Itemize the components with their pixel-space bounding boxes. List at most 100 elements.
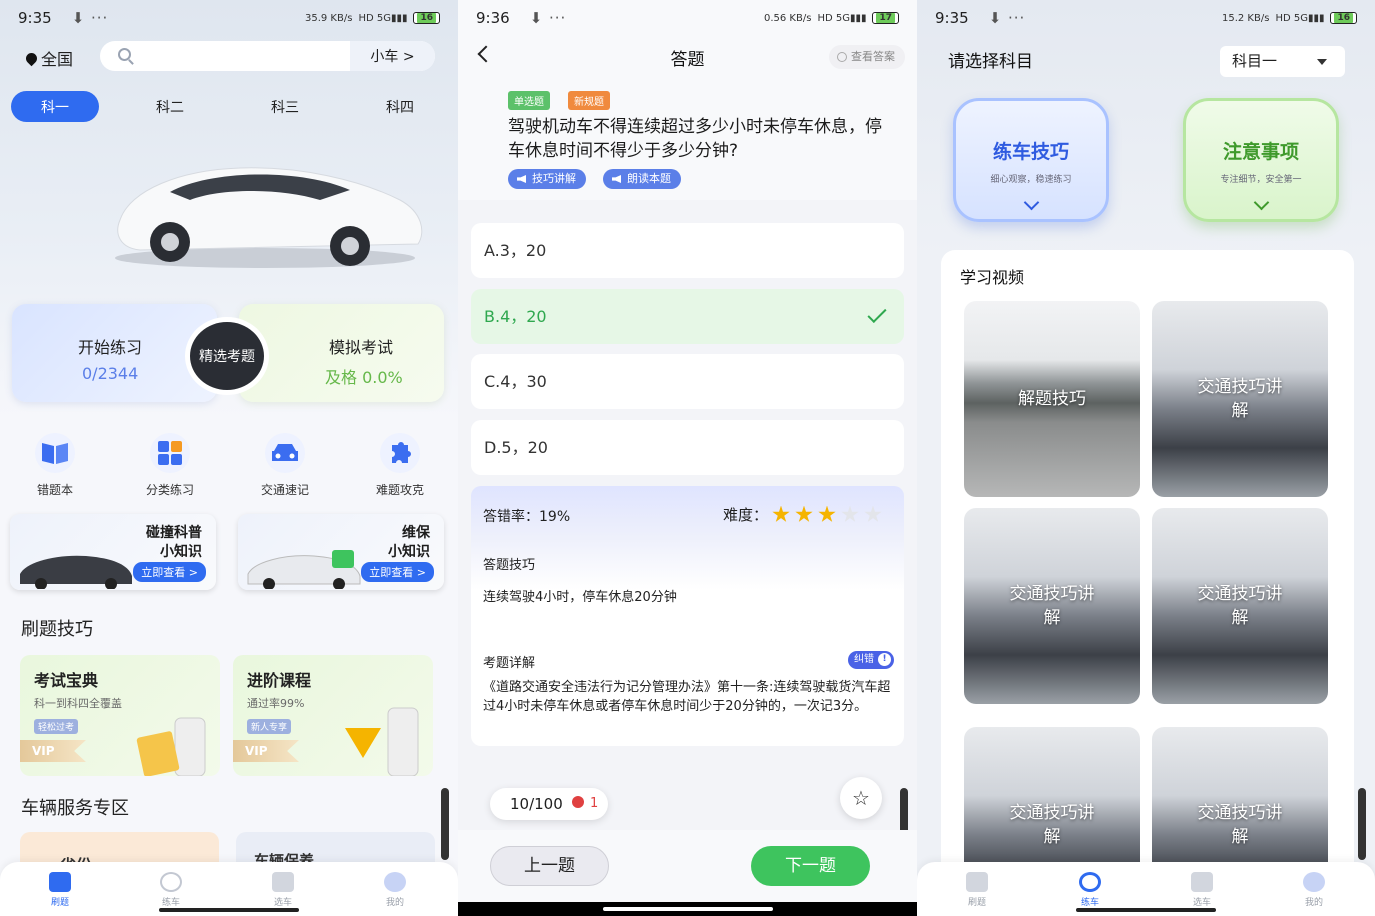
difficulty-label: 难度： bbox=[722, 506, 768, 524]
book-illustration-icon bbox=[136, 717, 206, 776]
nav-choose-car[interactable]: 选车 bbox=[253, 872, 313, 908]
video-thumb[interactable]: 交通技巧讲解 bbox=[1152, 508, 1328, 704]
course-exam-guide[interactable]: 考试宝典 科一到科四全覆盖 轻松过考 VIP bbox=[20, 655, 220, 776]
progress-counter[interactable]: 10/100 1 bbox=[490, 788, 608, 820]
location-selector[interactable]: 全国 bbox=[23, 46, 73, 70]
tips-section-title: 刷题技巧 bbox=[21, 619, 93, 640]
nav-quiz[interactable]: 刷题 bbox=[947, 872, 1007, 908]
tab-subject-2[interactable]: 科二 bbox=[126, 91, 214, 122]
tool-traffic-notes[interactable]: 交通速记 bbox=[240, 430, 330, 498]
question-progress: 10/100 bbox=[510, 795, 563, 813]
video-thumb[interactable]: 解题技巧 bbox=[964, 301, 1140, 497]
bottom-nav: 刷题 练车 选车 我的 bbox=[0, 862, 458, 916]
car-front-icon bbox=[265, 433, 305, 473]
question-text: 驾驶机动车不得连续超过多少小时未停车休息，停车休息时间不得少于多少分钟? bbox=[508, 117, 882, 161]
banner-car-image bbox=[247, 550, 361, 589]
category-icon bbox=[150, 433, 190, 473]
mock-exam-title: 模拟考试 bbox=[329, 338, 394, 357]
single-choice-tag: 单选题 bbox=[508, 91, 550, 110]
start-practice-title: 开始练习 bbox=[78, 338, 143, 357]
tile-driving-skills[interactable]: 练车技巧 细心观察，稳速练习 bbox=[953, 98, 1109, 222]
book-icon bbox=[35, 433, 75, 473]
tool-label: 难题攻克 bbox=[375, 483, 424, 497]
next-question-button[interactable]: 下一题 bbox=[751, 846, 870, 886]
nav-label: 练车 bbox=[161, 898, 180, 908]
tip-text: 连续驾驶4小时，停车休息20分钟 bbox=[483, 590, 677, 605]
status-time: 9:36 bbox=[476, 9, 510, 27]
nav-label: 我的 bbox=[385, 898, 404, 908]
check-icon bbox=[867, 303, 887, 324]
nav-profile[interactable]: 我的 bbox=[1284, 872, 1344, 908]
tile-subtitle: 专注细节，安全第一 bbox=[1220, 175, 1302, 185]
banner-maintenance-tips[interactable]: 维保 小知识 立即查看 > bbox=[238, 514, 444, 590]
practice-actions: 开始练习 0/2344 模拟考试 及格 0.0% 精选考题 bbox=[12, 302, 444, 406]
status-bar: 9:35 ⬇ ··· 35.9 KB/s HD 5G▮▮▮ 16 bbox=[0, 0, 458, 36]
video-label: 交通技巧讲解 bbox=[1197, 584, 1283, 628]
vip-badge: VIP bbox=[20, 740, 86, 762]
subject-tabs: 科一 科二 科三 科四 bbox=[11, 91, 451, 122]
subject-dropdown[interactable]: 科目一 bbox=[1220, 46, 1345, 77]
smile-icon bbox=[384, 872, 406, 892]
scrollbar[interactable] bbox=[1358, 788, 1366, 860]
nav-practice-car[interactable]: 练车 bbox=[1060, 872, 1120, 908]
view-now-button[interactable]: 立即查看 > bbox=[133, 562, 206, 582]
banner-title: 维保 bbox=[402, 525, 430, 541]
signal-icon: HD 5G▮▮▮ bbox=[1275, 12, 1325, 24]
quiz-screen: 9:36 ⬇ ··· 0.56 KB/s HD 5G▮▮▮ 17 答题 查看答案… bbox=[458, 0, 917, 916]
quiz-edit-icon bbox=[49, 872, 71, 892]
banner-collision-tips[interactable]: 碰撞科普小知识 立即查看 > bbox=[10, 514, 216, 590]
service-section-title: 车辆服务专区 bbox=[21, 798, 129, 819]
tool-hard-questions[interactable]: 难题攻克 bbox=[355, 430, 445, 498]
nav-quiz[interactable]: 刷题 bbox=[30, 872, 90, 908]
star-filled-icon bbox=[818, 505, 836, 522]
nav-practice-car[interactable]: 练车 bbox=[141, 872, 201, 908]
course-advanced[interactable]: 进阶课程 通过率99% 新人专享 VIP bbox=[233, 655, 433, 776]
nav-profile[interactable]: 我的 bbox=[365, 872, 425, 908]
banner-title: 碰撞科普 bbox=[146, 525, 202, 541]
banner-subtitle: 小知识 bbox=[160, 544, 202, 560]
home-indicator bbox=[458, 902, 917, 916]
video-thumb[interactable]: 交通技巧讲解 bbox=[964, 508, 1140, 704]
battery-icon: 16 bbox=[1330, 12, 1357, 24]
tip-explain-button[interactable]: 技巧讲解 bbox=[508, 169, 586, 189]
tool-category[interactable]: 分类练习 bbox=[125, 430, 215, 498]
mock-exam-card[interactable]: 模拟考试 及格 0.0% bbox=[239, 304, 444, 402]
home-indicator bbox=[1076, 908, 1216, 912]
option-d[interactable]: D.5，20 bbox=[471, 420, 904, 475]
video-label: 交通技巧讲解 bbox=[1009, 584, 1095, 628]
nav-label: 刷题 bbox=[967, 898, 986, 908]
featured-questions-button[interactable]: 精选考题 bbox=[185, 317, 269, 395]
nav-choose-car[interactable]: 选车 bbox=[1172, 872, 1232, 908]
car-type-selector[interactable]: 小车 > bbox=[350, 41, 435, 71]
chevron-down-icon bbox=[1023, 194, 1039, 211]
option-c[interactable]: C.4，30 bbox=[471, 354, 904, 409]
star-filled-icon bbox=[772, 505, 790, 522]
previous-question-button[interactable]: 上一题 bbox=[490, 846, 609, 886]
status-right: 15.2 KB/s HD 5G▮▮▮ 16 bbox=[1222, 12, 1357, 24]
course-tag: 新人专享 bbox=[247, 719, 292, 734]
view-now-button[interactable]: 立即查看 > bbox=[361, 562, 434, 582]
tab-subject-1[interactable]: 科一 bbox=[11, 91, 99, 122]
search-bar[interactable]: 小车 > bbox=[100, 41, 435, 71]
report-error-button[interactable]: 纠错 bbox=[848, 651, 894, 669]
net-speed: 15.2 KB/s bbox=[1221, 12, 1270, 24]
home-screen: 9:35 ⬇ ··· 35.9 KB/s HD 5G▮▮▮ 16 全国 小车 >… bbox=[0, 0, 458, 916]
status-more-icon: ⬇ ··· bbox=[71, 9, 109, 27]
view-answer-button[interactable]: 查看答案 bbox=[829, 45, 905, 69]
option-b[interactable]: B.4，20 bbox=[471, 289, 904, 344]
tool-wrong-book[interactable]: 错题本 bbox=[10, 430, 100, 498]
scrollbar[interactable] bbox=[441, 788, 449, 860]
tool-grid: 错题本 分类练习 交通速记 难题攻克 bbox=[0, 430, 458, 500]
banner-car-image bbox=[20, 555, 132, 589]
tile-precautions[interactable]: 注意事项 专注细节，安全第一 bbox=[1183, 98, 1339, 222]
favorite-star-icon[interactable]: ☆ bbox=[840, 777, 882, 819]
video-thumb[interactable]: 交通技巧讲解 bbox=[1152, 301, 1328, 497]
tab-subject-4[interactable]: 科四 bbox=[356, 91, 444, 122]
read-aloud-button[interactable]: 朗读本题 bbox=[603, 169, 681, 189]
tip-heading: 答题技巧 bbox=[483, 558, 536, 573]
detail-heading: 考题详解 bbox=[483, 656, 536, 671]
tab-subject-3[interactable]: 科三 bbox=[241, 91, 329, 122]
mock-pass-rate: 及格 0.0% bbox=[325, 368, 403, 387]
option-a[interactable]: A.3，20 bbox=[471, 223, 904, 278]
course-title: 进阶课程 bbox=[247, 671, 312, 690]
